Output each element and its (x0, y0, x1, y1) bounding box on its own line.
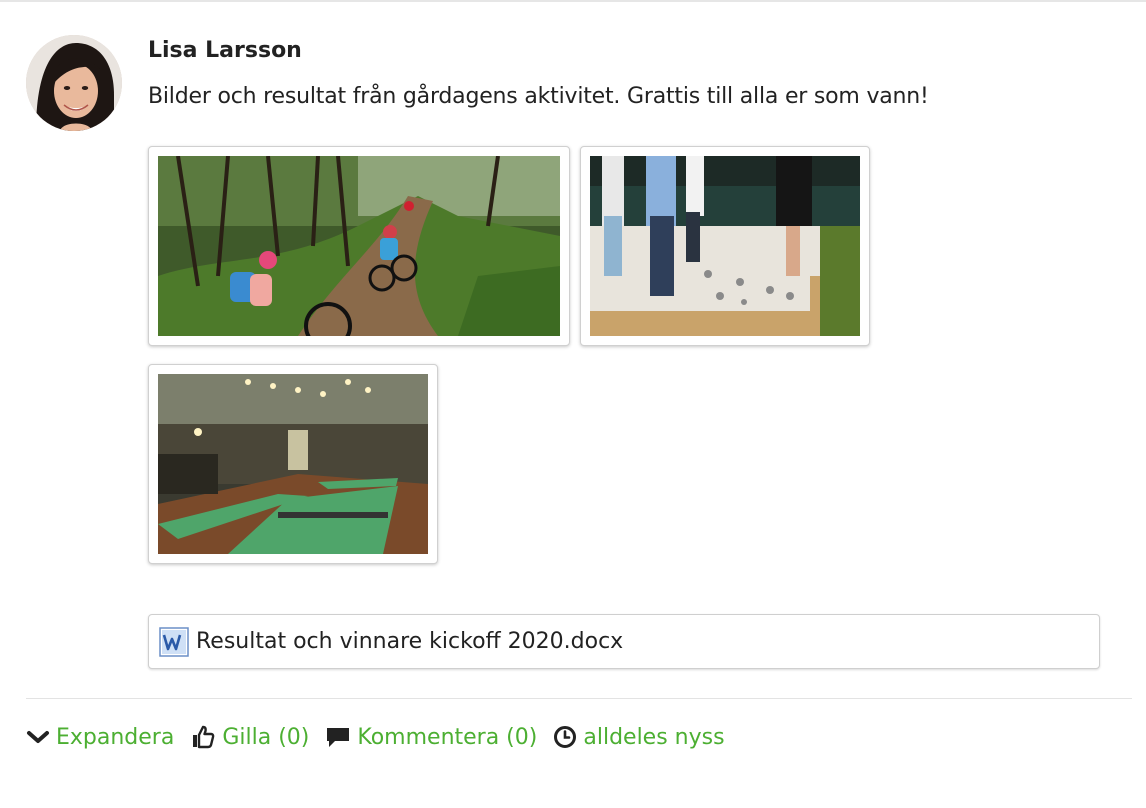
comment-button[interactable]: Kommentera (0) (325, 725, 537, 750)
image-thumbnail-bike[interactable] (148, 146, 570, 346)
post-actions: Expandera Gilla (0) Kommentera (0) allde… (26, 720, 741, 754)
expand-label: Expandera (56, 724, 175, 750)
chevron-down-icon (27, 731, 49, 743)
shuffleboard-photo (158, 374, 428, 554)
expand-button[interactable]: Expandera (26, 725, 174, 750)
divider (26, 698, 1132, 699)
timestamp-link[interactable]: alldeles nyss (553, 724, 725, 750)
comment-label: Kommentera (0) (357, 724, 538, 750)
image-thumbnail-boule[interactable] (580, 146, 870, 346)
like-label: Gilla (0) (222, 724, 310, 750)
author-name[interactable]: Lisa Larsson (148, 38, 302, 63)
clock-icon (554, 726, 577, 748)
thumbs-up-icon (193, 725, 215, 749)
mountain-bike-photo (158, 156, 560, 336)
word-document-icon (159, 626, 189, 657)
avatar-portrait (26, 35, 122, 131)
timestamp-label: alldeles nyss (583, 724, 725, 750)
post-text: Bilder och resultat från gårdagens aktiv… (148, 84, 929, 109)
attachment-filename: Resultat och vinnare kickoff 2020.docx (196, 629, 624, 654)
like-button[interactable]: Gilla (0) (190, 724, 309, 750)
top-border (0, 0, 1146, 2)
comment-icon (327, 728, 350, 747)
attachment-docx[interactable]: Resultat och vinnare kickoff 2020.docx (148, 614, 1100, 669)
image-thumbnail-shuffleboard[interactable] (148, 364, 438, 564)
boule-photo (590, 156, 860, 336)
avatar[interactable] (26, 35, 122, 131)
